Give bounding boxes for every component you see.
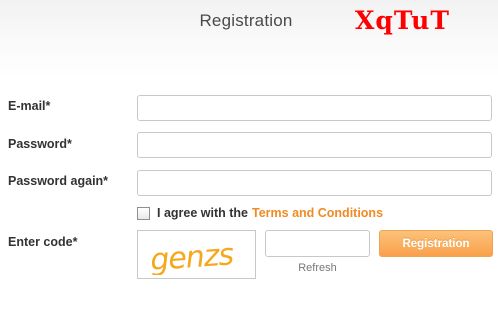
agree-checkbox[interactable] — [137, 206, 150, 220]
captcha-text: genzs — [149, 237, 234, 275]
email-label: E-mail* — [8, 99, 51, 113]
password-again-field[interactable] — [137, 170, 492, 196]
code-input[interactable] — [265, 230, 370, 257]
refresh-captcha-link[interactable]: Refresh — [265, 262, 370, 274]
captcha-graphic: genzs — [149, 237, 234, 275]
password-label: Password* — [8, 137, 72, 151]
terms-agreement-row: I agree with the Terms and Conditions — [137, 206, 383, 220]
code-label: Enter code* — [8, 235, 78, 249]
agree-text: I agree with the — [157, 206, 248, 220]
password-field[interactable] — [137, 132, 492, 158]
site-logo: XqTuT — [355, 6, 450, 35]
terms-link[interactable]: Terms and Conditions — [252, 206, 383, 220]
registration-button[interactable]: Registration — [379, 230, 493, 257]
password-again-label: Password again* — [8, 174, 109, 188]
captcha-image: genzs — [137, 230, 256, 279]
email-field[interactable] — [137, 95, 492, 121]
